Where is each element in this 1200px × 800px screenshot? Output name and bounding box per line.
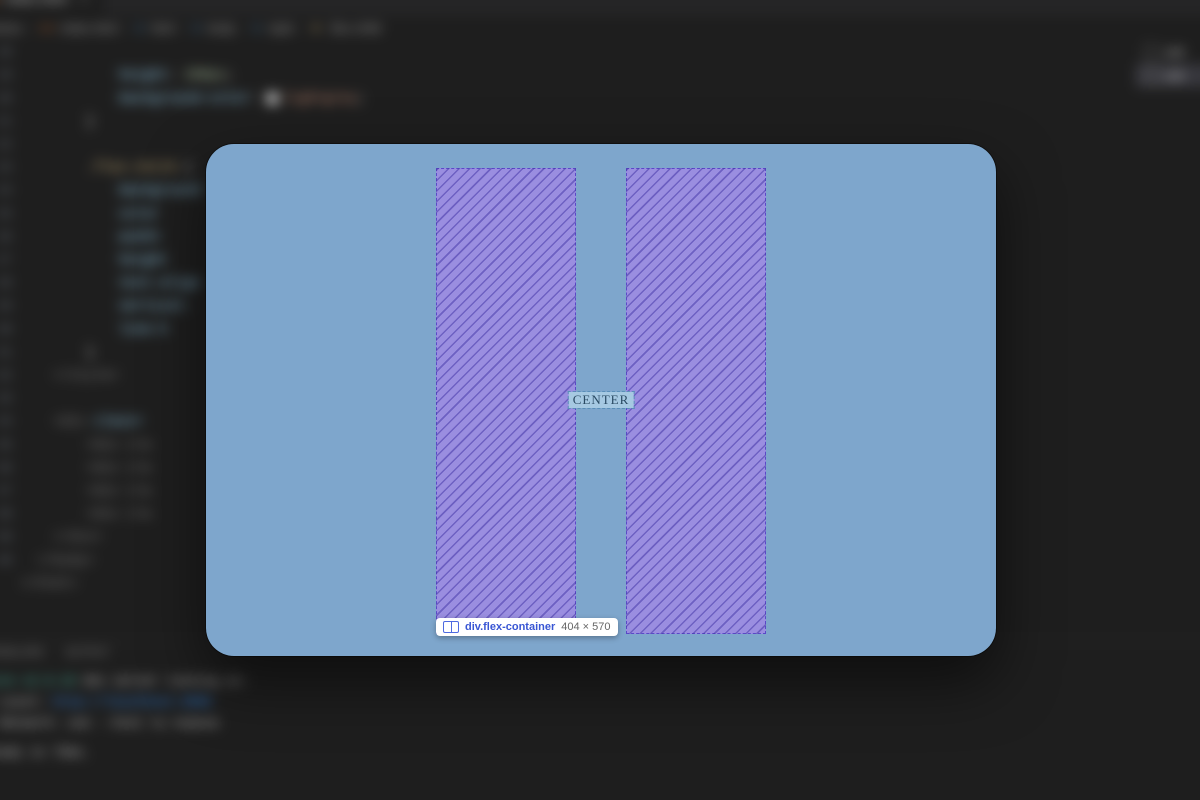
- panel-tab-problems[interactable]: PROBLEMS: [0, 648, 44, 661]
- chevron-right-icon: ›: [241, 21, 245, 36]
- breadcrumb-node: body: [208, 21, 235, 36]
- line-number: 36: [0, 457, 12, 480]
- code-token: lightgrey: [283, 90, 357, 106]
- terminal-instance[interactable]: zsh: [1136, 41, 1200, 64]
- flex-child: [436, 168, 576, 634]
- line-number: 26: [0, 226, 12, 249]
- line-number: 19: [0, 64, 12, 87]
- line-number: 22: [0, 133, 12, 156]
- tab-filename: index.html: [5, 0, 67, 6]
- devtools-element-badge: div.flex-container 404 × 570: [436, 618, 618, 636]
- terminal-side-list: zsh zsh: [1136, 41, 1200, 642]
- breadcrumb-leaf: .flex-child: [328, 21, 381, 36]
- element-icon: ⟐: [135, 20, 145, 36]
- html-file-icon: <>: [39, 21, 54, 36]
- line-number: 32: [0, 364, 12, 387]
- terminal-icon: [1144, 45, 1159, 60]
- terminal-name: zsh: [1165, 45, 1185, 60]
- code-token: vertical-: [119, 298, 193, 314]
- code-token: text-align: [119, 275, 201, 291]
- line-number: 28: [0, 272, 12, 295]
- panel-tab-output[interactable]: OUTPUT: [65, 648, 110, 661]
- code-token: height: [119, 67, 168, 83]
- tab-bar: <> index.html ×: [0, 0, 1200, 16]
- flex-icon: [443, 621, 459, 633]
- close-icon[interactable]: ×: [80, 0, 89, 6]
- chevron-right-icon: ›: [124, 21, 128, 36]
- code-token: background: [119, 183, 201, 199]
- terminal-line: vite v2.9.18: [0, 674, 75, 689]
- line-number: 34: [0, 411, 12, 434]
- chevron-right-icon: ›: [29, 21, 33, 36]
- line-gutter: 18 19 20 21 22 23 24 25 26 27 28 29 30 3…: [0, 41, 20, 572]
- line-number: 18: [0, 41, 12, 64]
- line-number: 31: [0, 341, 12, 364]
- bottom-panel: PROBLEMS OUTPUT vite v2.9.18 dev server …: [0, 640, 1200, 800]
- line-number: 29: [0, 295, 12, 318]
- terminal-icon: [1144, 68, 1159, 83]
- code-token: class=: [94, 414, 143, 430]
- code-token: .flex-child: [86, 160, 176, 176]
- line-number: 33: [0, 387, 12, 410]
- code-token: line-h: [119, 321, 168, 337]
- element-icon: ⟐: [252, 20, 262, 36]
- terminal-name: zsh: [1165, 68, 1185, 83]
- code-token: </body>: [37, 552, 94, 568]
- code-token: </div>: [53, 529, 102, 545]
- line-number: 39: [0, 526, 12, 549]
- browser-preview: CENTER div.flex-container 404 × 570: [206, 144, 996, 656]
- chevron-right-icon: ›: [181, 21, 185, 36]
- code-token: height: [119, 252, 168, 268]
- code-token: 200px: [184, 67, 225, 83]
- line-number: 20: [0, 87, 12, 110]
- terminal-output[interactable]: vite v2.9.18 dev server running at: > Lo…: [0, 667, 1200, 768]
- editor-tab[interactable]: <> index.html ×: [0, 0, 102, 16]
- breadcrumb-root: flexbox: [0, 21, 23, 36]
- line-number: 21: [0, 110, 12, 133]
- terminal-line: dev server running at:: [83, 674, 249, 689]
- line-number: 37: [0, 480, 12, 503]
- code-token: color: [119, 206, 160, 222]
- breadcrumb-file: index.html: [60, 21, 117, 36]
- line-number: 24: [0, 180, 12, 203]
- line-number: 38: [0, 503, 12, 526]
- terminal-line: ready in 75ms.: [0, 742, 1200, 763]
- code-token: width: [119, 229, 160, 245]
- terminal-url: http://localhost:3000: [53, 695, 212, 710]
- code-token: </style>: [53, 367, 119, 383]
- line-number: 40: [0, 549, 12, 572]
- breadcrumb-node: html: [151, 21, 175, 36]
- flex-child: [626, 168, 766, 634]
- center-label: CENTER: [569, 392, 634, 408]
- terminal-instance[interactable]: zsh: [1136, 64, 1200, 87]
- badge-dimensions: 404 × 570: [561, 621, 610, 633]
- terminal-line: > Local:: [0, 695, 45, 710]
- line-number: 30: [0, 318, 12, 341]
- code-token: </html>: [20, 575, 77, 591]
- line-number: 25: [0, 203, 12, 226]
- css-rule-icon: ✦: [311, 21, 322, 36]
- code-token: background-color: [119, 90, 250, 106]
- chevron-right-icon: ›: [300, 21, 304, 36]
- line-number: 35: [0, 434, 12, 457]
- element-icon: ⟐: [191, 20, 201, 36]
- color-swatch-icon: [266, 92, 279, 105]
- badge-selector: div.flex-container: [465, 621, 555, 633]
- terminal-line: use --host to expose: [68, 716, 219, 731]
- breadcrumb-node: style: [268, 21, 294, 36]
- line-number: 23: [0, 156, 12, 179]
- breadcrumb[interactable]: flexbox › <> index.html › ⟐ html › ⟐ bod…: [0, 16, 1200, 41]
- terminal-line: > Network:: [0, 716, 60, 731]
- line-number: 27: [0, 249, 12, 272]
- code-token: <div: [53, 414, 86, 430]
